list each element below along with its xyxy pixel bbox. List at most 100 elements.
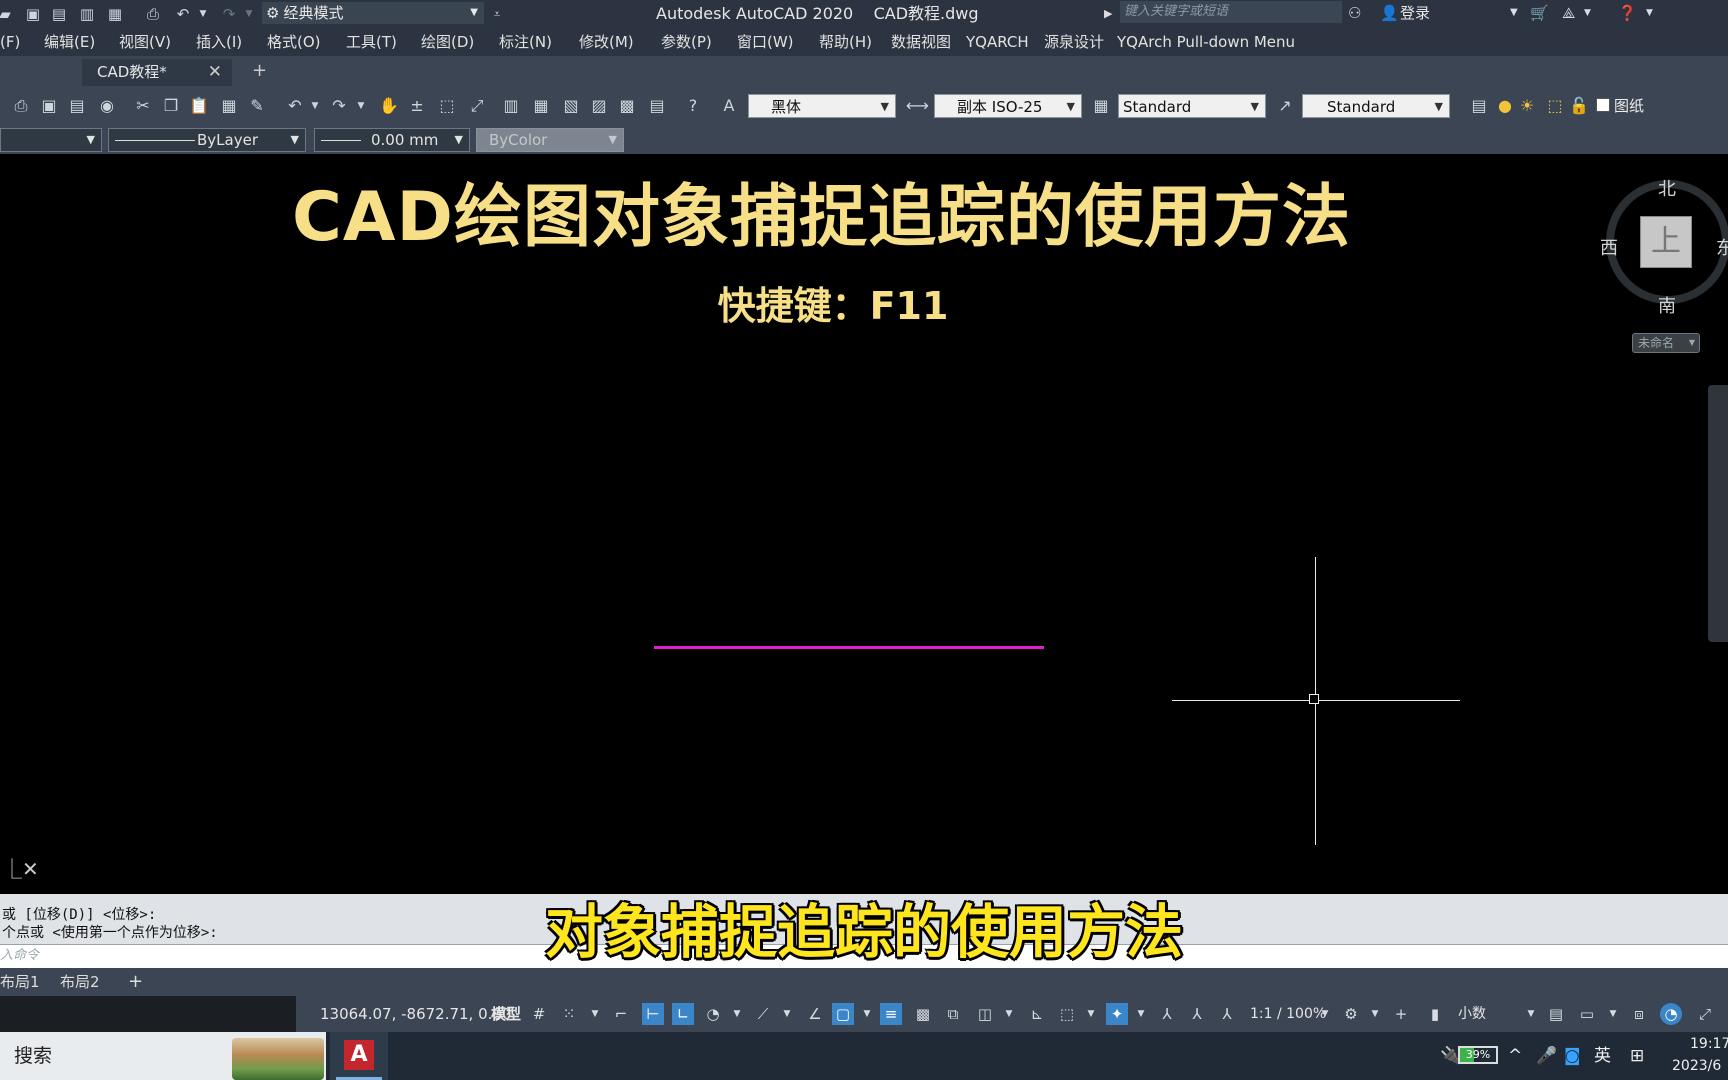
cart-icon[interactable]: 🛒 bbox=[1530, 0, 1549, 26]
tab-layout1[interactable]: 布局1 bbox=[0, 968, 40, 996]
document-tab[interactable]: CAD教程* ✕ bbox=[82, 59, 232, 86]
auto-scale-icon[interactable]: ⅄ bbox=[1186, 1003, 1208, 1025]
menu-help[interactable]: 帮助(H) bbox=[819, 28, 872, 56]
coordinate-readout[interactable]: 13064.07, -8672.71, 0.00 bbox=[320, 996, 511, 1032]
isodraft-icon[interactable]: ⟋ bbox=[752, 1003, 774, 1025]
undo-icon[interactable]: ↶ bbox=[172, 2, 194, 26]
annotation-scale-icon[interactable]: ⅄ bbox=[1216, 1003, 1238, 1025]
compass-north[interactable]: 北 bbox=[1658, 175, 1676, 201]
transparency-icon[interactable]: ▩ bbox=[912, 1003, 934, 1025]
tab-layout2[interactable]: 布局2 bbox=[60, 968, 100, 996]
selection-filter-icon[interactable]: ⬚ bbox=[1056, 1003, 1078, 1025]
menu-yqarch[interactable]: YQARCH bbox=[966, 28, 1029, 56]
viewcube-face[interactable]: 上 bbox=[1640, 216, 1692, 268]
help-icon[interactable]: ? bbox=[682, 95, 704, 117]
menu-edit[interactable]: 编辑(E) bbox=[44, 28, 95, 56]
properties-icon[interactable]: ▥ bbox=[500, 95, 522, 117]
layer-freeze-icon[interactable]: ☀ bbox=[1516, 95, 1538, 117]
clock-date[interactable]: 2023/6 bbox=[1672, 1058, 1721, 1074]
menu-parametric[interactable]: 参数(P) bbox=[661, 28, 712, 56]
help-icon[interactable]: ❓ bbox=[1618, 0, 1637, 26]
gizmo-dropdown-icon[interactable]: ▼ bbox=[1130, 1003, 1152, 1025]
battery-icon[interactable]: 39% bbox=[1458, 1046, 1498, 1064]
isodraft-dropdown-icon[interactable]: ▼ bbox=[776, 1003, 798, 1025]
model-space-button[interactable]: 模型 bbox=[491, 996, 521, 1032]
polar-tracking-icon[interactable]: ◔ bbox=[702, 1003, 724, 1025]
search-input[interactable]: 键入关键字或短语 bbox=[1120, 1, 1342, 23]
menu-yuanquan[interactable]: 源泉设计 bbox=[1044, 28, 1104, 56]
login-link[interactable]: 登录 bbox=[1400, 0, 1430, 26]
ime-mode-icon[interactable]: ⊞ bbox=[1630, 1032, 1644, 1080]
app-dropdown-icon[interactable]: ▼ bbox=[1584, 0, 1591, 26]
menu-view[interactable]: 视图(V) bbox=[119, 28, 171, 56]
app-tray-icon[interactable]: ◙ bbox=[1564, 1032, 1581, 1080]
menu-draw[interactable]: 绘图(D) bbox=[421, 28, 474, 56]
undo-dropdown-icon[interactable]: ▼ bbox=[304, 95, 326, 117]
color-select[interactable]: ▼ bbox=[0, 128, 102, 152]
taskbar-search[interactable]: 搜索 bbox=[0, 1032, 326, 1080]
workspace-dropdown-icon[interactable]: ▼ bbox=[1364, 1003, 1386, 1025]
cut-icon[interactable]: ✂ bbox=[132, 95, 154, 117]
print-icon[interactable]: ⎙ bbox=[142, 2, 164, 26]
plot-preview-icon[interactable]: ▣ bbox=[38, 95, 60, 117]
annotation-visibility-icon[interactable]: ⅄ bbox=[1156, 1003, 1178, 1025]
save-icon[interactable]: ▣ bbox=[22, 2, 44, 26]
drawing-canvas[interactable] bbox=[0, 154, 1728, 894]
open-icon[interactable]: ▰ bbox=[0, 2, 16, 26]
paper-checkbox[interactable] bbox=[1596, 98, 1610, 112]
menu-file[interactable]: (F) bbox=[0, 28, 20, 56]
plus-icon[interactable]: + bbox=[1390, 1003, 1412, 1025]
lineweight-icon[interactable]: ≡ bbox=[880, 1003, 902, 1025]
dynamic-ucs-icon[interactable]: ⊾ bbox=[1026, 1003, 1048, 1025]
menu-window[interactable]: 窗口(W) bbox=[737, 28, 794, 56]
markup-icon[interactable]: ▩ bbox=[616, 95, 638, 117]
compass-east[interactable]: 东 bbox=[1716, 234, 1728, 260]
new-tab-button[interactable]: + bbox=[252, 56, 267, 86]
units-dropdown-icon[interactable]: ▼ bbox=[1520, 1003, 1542, 1025]
layer-on-icon[interactable]: ● bbox=[1494, 95, 1516, 117]
object-snap-tracking-icon[interactable]: ∠ bbox=[804, 1003, 826, 1025]
save-as-icon[interactable]: ▤ bbox=[48, 2, 70, 26]
grid-icon[interactable]: # bbox=[528, 1003, 550, 1025]
pan-icon[interactable]: ✋ bbox=[378, 95, 400, 117]
snap-icon[interactable]: ⁙ bbox=[558, 1003, 580, 1025]
tool-palettes-icon[interactable]: ▧ bbox=[560, 95, 582, 117]
scale-dropdown-icon[interactable]: ▼ bbox=[1314, 1003, 1336, 1025]
selection-filter-dropdown-icon[interactable]: ▼ bbox=[1080, 1003, 1102, 1025]
workspace-select[interactable]: ⚙ 经典模式 ▼ bbox=[262, 2, 484, 24]
zoom-previous-icon[interactable]: ⤢ bbox=[466, 95, 488, 117]
text-style-icon[interactable]: A bbox=[718, 95, 740, 117]
undo-dropdown-icon[interactable]: ▼ bbox=[192, 2, 214, 26]
lock-ui-icon[interactable]: ▭ bbox=[1576, 1003, 1598, 1025]
3d-print-icon[interactable]: ◉ bbox=[96, 95, 118, 117]
redo-icon[interactable]: ↷ bbox=[328, 95, 350, 117]
copy-icon[interactable]: ❐ bbox=[160, 95, 182, 117]
mleader-style-icon[interactable]: ↗ bbox=[1274, 95, 1296, 117]
clean-screen-icon[interactable]: ⤢ bbox=[1694, 1003, 1716, 1025]
selection-cycling-icon[interactable]: ⧉ bbox=[942, 1003, 964, 1025]
table-style-select[interactable]: Standard ▼ bbox=[1118, 94, 1266, 118]
binoculars-icon[interactable]: ⚇ bbox=[1348, 0, 1361, 26]
expand-search-icon[interactable]: ▶ bbox=[1104, 0, 1112, 28]
quick-properties-icon[interactable]: ▤ bbox=[1545, 1003, 1567, 1025]
3d-osnap-dropdown-icon[interactable]: ▼ bbox=[998, 1003, 1020, 1025]
block-editor-icon[interactable]: ✎ bbox=[246, 95, 268, 117]
zoom-realtime-icon[interactable]: ± bbox=[406, 95, 428, 117]
customize-toolbar-icon[interactable]: ⩡ bbox=[486, 2, 508, 26]
chevron-up-icon[interactable]: ^ bbox=[1508, 1032, 1522, 1080]
lock-ui-dropdown-icon[interactable]: ▼ bbox=[1602, 1003, 1624, 1025]
sheet-set-icon[interactable]: ▨ bbox=[588, 95, 610, 117]
drawn-line[interactable] bbox=[654, 646, 1044, 649]
object-snap-icon[interactable]: ▢ bbox=[832, 1003, 854, 1025]
zoom-window-icon[interactable]: ⬚ bbox=[436, 95, 458, 117]
match-properties-icon[interactable]: ▦ bbox=[218, 95, 240, 117]
ortho-icon[interactable]: ∟ bbox=[672, 1003, 694, 1025]
microphone-icon[interactable]: 🎤 bbox=[1536, 1032, 1557, 1080]
publish-icon[interactable]: ▦ bbox=[104, 2, 126, 26]
gear-icon[interactable]: ⚙ bbox=[1340, 1003, 1362, 1025]
design-center-icon[interactable]: ▦ bbox=[530, 95, 552, 117]
units-value[interactable]: 小数 bbox=[1458, 996, 1486, 1032]
dynamic-input-icon[interactable]: ⊢ bbox=[642, 1003, 664, 1025]
navigation-bar[interactable] bbox=[1708, 385, 1728, 642]
gizmo-icon[interactable]: ✦ bbox=[1106, 1003, 1128, 1025]
